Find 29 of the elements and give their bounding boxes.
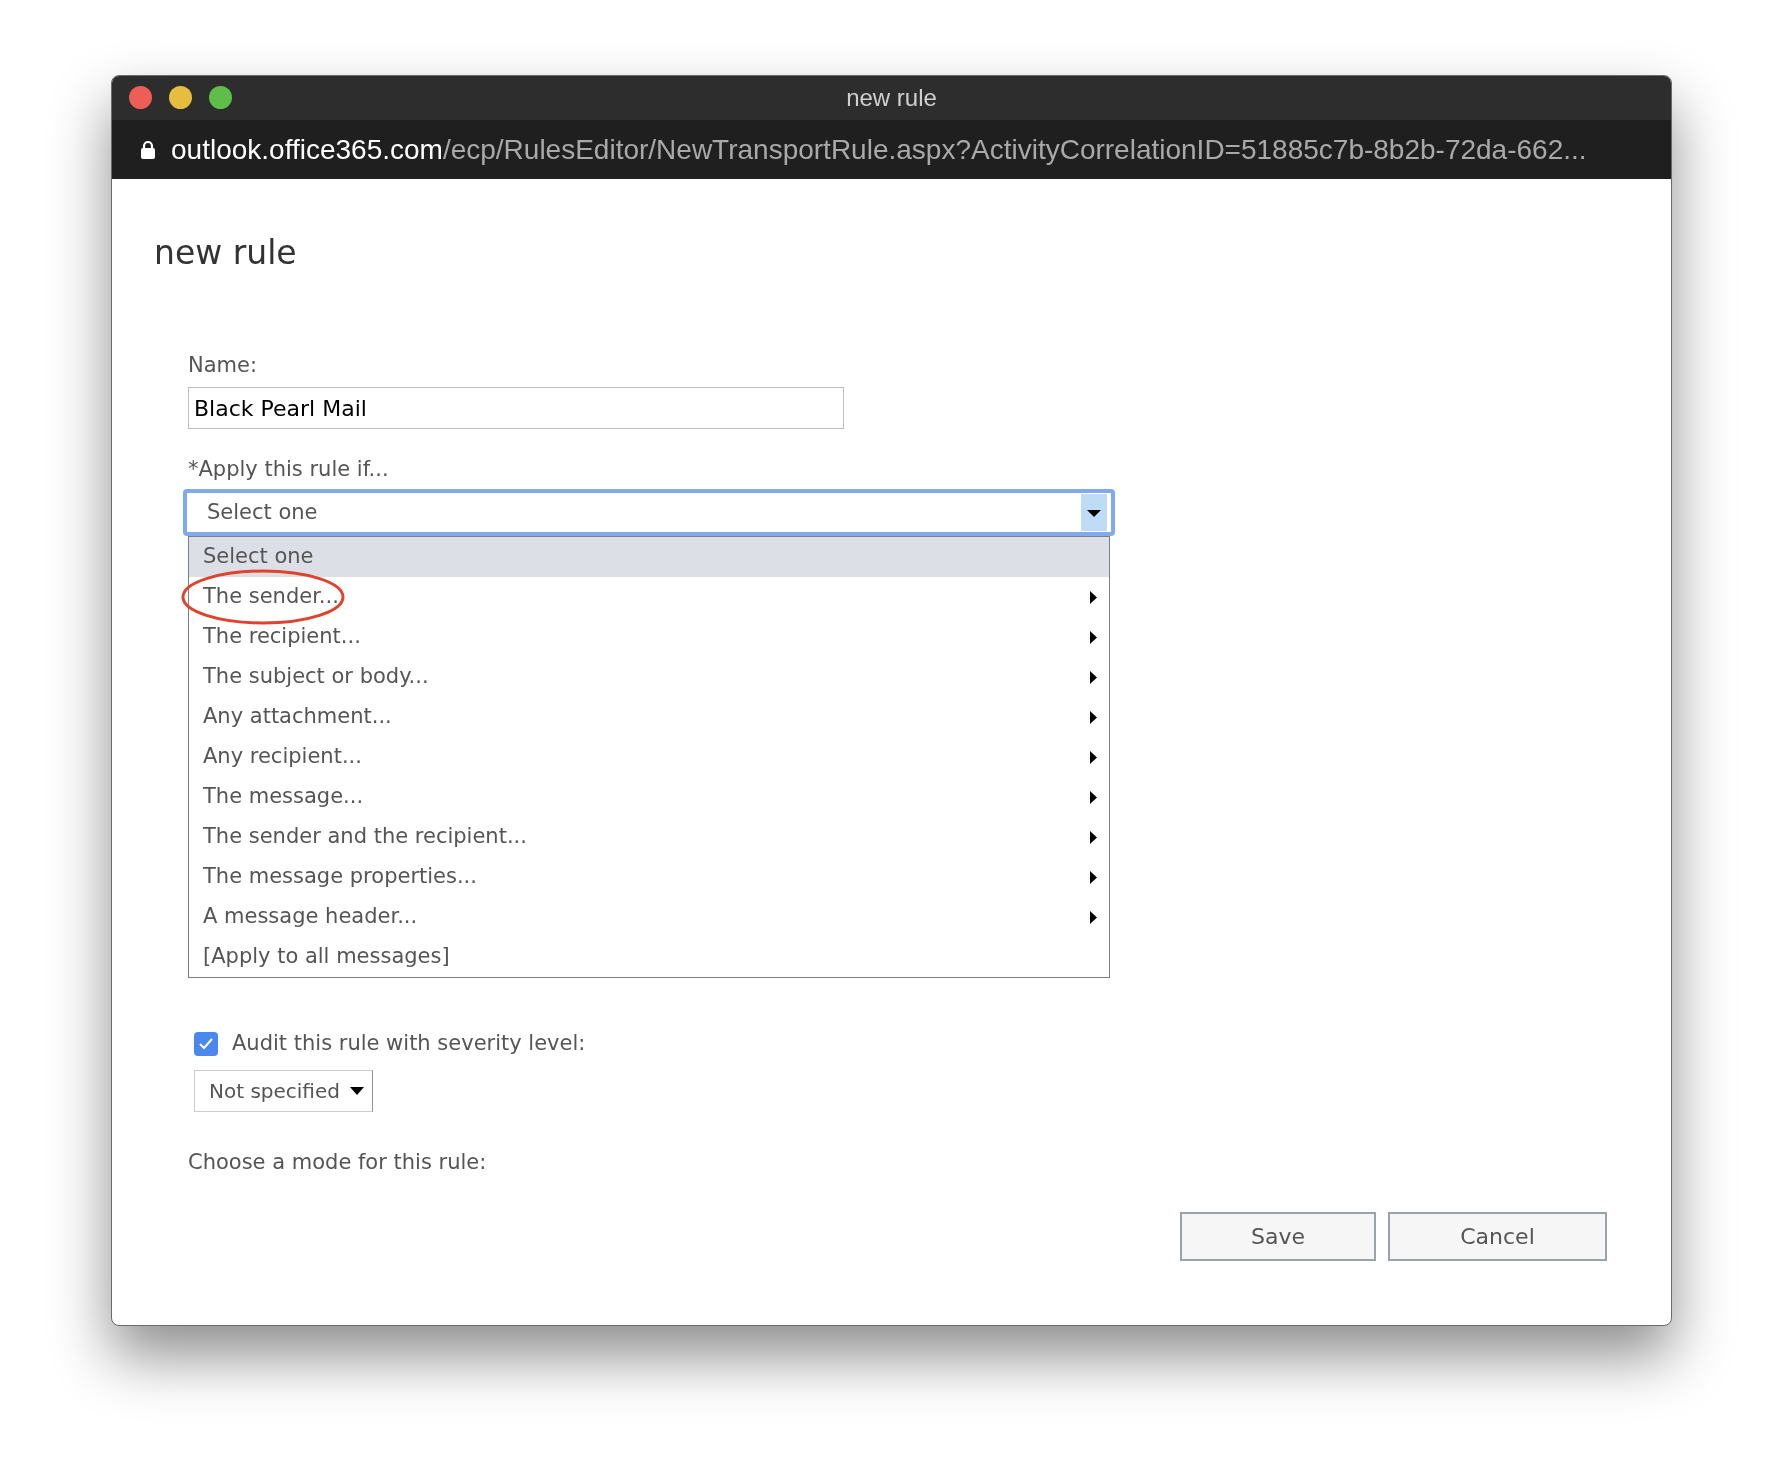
dropdown-arrow-icon: [350, 1086, 364, 1095]
condition-dropdown[interactable]: Select one: [183, 489, 1115, 536]
submenu-arrow-icon: [1090, 910, 1097, 924]
url-text[interactable]: outlook.office365.com/ecp/RulesEditor/NewTransportRule.aspx?ActivityCorrelationID=51885c7b-8b2b-72da-662...: [171, 128, 1587, 171]
close-icon[interactable]: [129, 86, 152, 109]
save-button[interactable]: Save: [1180, 1212, 1376, 1261]
window-title: new rule: [846, 83, 937, 113]
submenu-arrow-icon: [1090, 630, 1097, 644]
menu-option[interactable]: Select one: [189, 537, 1109, 577]
submenu-arrow-icon: [1090, 670, 1097, 684]
section-label: Choose a mode for this rule:: [188, 1148, 488, 1176]
name-field[interactable]: Black Pearl Mail: [188, 387, 844, 429]
field-label: Name:: [188, 352, 259, 379]
submenu-arrow-icon: [1090, 710, 1097, 724]
submenu-arrow-icon: [1090, 830, 1097, 844]
lock-icon: [140, 139, 156, 160]
zoom-icon[interactable]: [209, 86, 232, 109]
checkmark-icon: [198, 1036, 214, 1051]
submenu-arrow-icon: [1090, 870, 1097, 884]
submenu-arrow-icon: [1090, 750, 1097, 764]
submenu-arrow-icon: [1090, 590, 1097, 604]
audit-checkbox[interactable]: [194, 1031, 218, 1056]
checkbox-label: Audit this rule with severity level:: [232, 1030, 586, 1057]
submenu-arrow-icon: [1090, 790, 1097, 804]
page-heading: new rule: [154, 232, 298, 274]
field-label: *Apply this rule if...: [188, 456, 390, 483]
minimize-icon[interactable]: [169, 86, 192, 109]
cancel-button[interactable]: Cancel: [1388, 1212, 1607, 1261]
severity-dropdown[interactable]: Not specified: [194, 1069, 373, 1112]
